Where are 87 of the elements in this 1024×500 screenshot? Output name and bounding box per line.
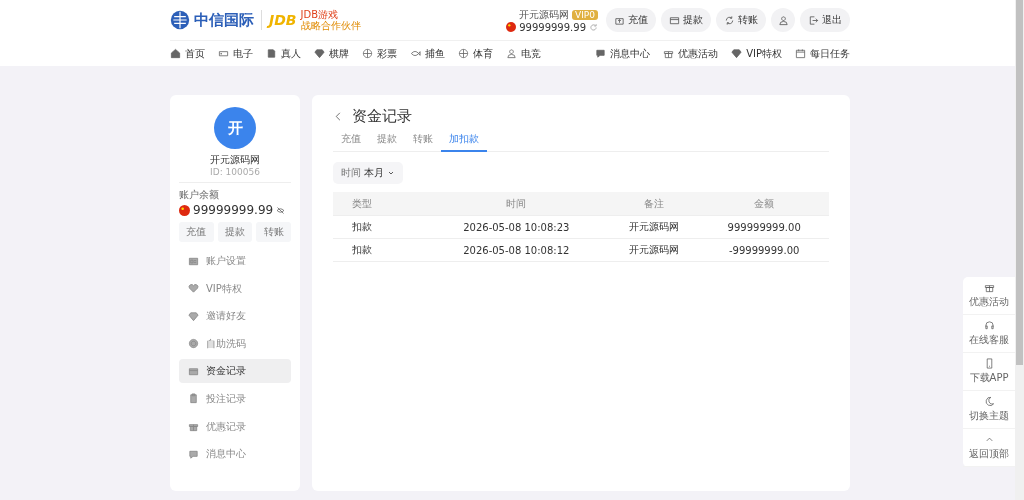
sidebar-item[interactable]: 消息中心	[179, 442, 291, 467]
user-icon	[777, 14, 789, 26]
chip-icon	[188, 338, 199, 350]
fish-icon	[410, 48, 421, 59]
chat-icon	[188, 448, 199, 460]
headset-icon	[983, 320, 995, 331]
balance-label: 账户余额	[179, 188, 220, 202]
sidebar-item[interactable]: VIP特权	[179, 276, 291, 301]
column-header: 类型	[352, 197, 372, 209]
nav-link[interactable]: 首页	[170, 46, 205, 61]
column-header: 金额	[754, 197, 775, 209]
clipboard-icon	[188, 393, 199, 405]
partner-tagline: 战略合作伙伴	[300, 20, 361, 31]
diamond-icon	[314, 48, 325, 59]
nav-link[interactable]: 电竞	[506, 46, 541, 61]
avatar: 开	[214, 107, 256, 149]
sidebar-item[interactable]: 账户设置	[179, 249, 291, 273]
table-cell: 999999999.00	[727, 221, 801, 233]
nav-link[interactable]: 电子	[218, 46, 253, 61]
table-cell: 扣款	[352, 221, 372, 232]
home-icon	[170, 48, 181, 59]
nav-link[interactable]: 捕鱼	[410, 46, 445, 61]
balance-amount: 99999999.99	[193, 203, 274, 217]
nav-link[interactable]: 体育	[458, 46, 493, 61]
logout-icon	[808, 14, 819, 26]
table-cell: 2026-05-08 10:08:23	[463, 221, 570, 233]
column-header: 备注	[644, 197, 665, 209]
gift-icon	[983, 282, 995, 293]
profile-username: 开元源码网	[209, 153, 261, 167]
gift-icon	[188, 421, 199, 433]
nav-link[interactable]: 消息中心	[595, 46, 651, 61]
profile-button[interactable]	[771, 8, 795, 32]
moon-icon	[983, 396, 995, 407]
sidebar-item[interactable]: 投注记录	[179, 386, 291, 411]
logo-text: 中信国际	[194, 10, 254, 30]
user-icon	[506, 48, 517, 59]
nav-link[interactable]: 真人	[266, 46, 301, 61]
nav-link[interactable]: 每日任务	[795, 46, 850, 61]
header-button[interactable]: 退出	[800, 8, 850, 32]
wallet-icon	[669, 14, 680, 26]
chat-icon	[595, 48, 607, 59]
tab[interactable]: 加扣款	[441, 129, 487, 152]
globe-logo-icon	[170, 10, 190, 30]
flag-icon	[179, 204, 190, 216]
tab[interactable]: 提款	[369, 129, 405, 151]
gift-icon	[663, 48, 675, 59]
nav-link[interactable]: 彩票	[362, 46, 397, 61]
sidebar-item[interactable]: 自助洗码	[179, 331, 291, 356]
nav-link[interactable]: 优惠活动	[663, 46, 719, 61]
diamond-icon	[188, 310, 199, 322]
transfer-icon	[724, 14, 735, 26]
sidebar-item[interactable]: 优惠记录	[179, 414, 291, 439]
header-button[interactable]: 转账	[716, 8, 766, 32]
username: 开元源码网	[519, 7, 570, 22]
table-cell: 开元源码网	[629, 244, 680, 255]
header-button[interactable]: 充值	[606, 8, 656, 32]
balance-amount: 99999999.99	[519, 21, 586, 33]
tab[interactable]: 转账	[405, 129, 441, 151]
diamond-icon	[731, 48, 743, 59]
heart-icon	[188, 283, 199, 295]
chevron-down-icon	[387, 169, 395, 177]
table-cell: 扣款	[352, 244, 372, 255]
id-card-icon	[188, 255, 199, 267]
partner-name: JDB游戏	[300, 9, 340, 20]
table-cell: 2026-05-08 10:08:12	[463, 244, 570, 256]
flag-icon	[506, 22, 517, 32]
sidebar-item[interactable]: 邀请好友	[179, 304, 291, 329]
wallet-icon	[188, 365, 199, 377]
table-cell: 开元源码网	[629, 221, 680, 232]
vip-badge: VIP0	[572, 9, 598, 20]
column-header: 时间	[506, 197, 527, 209]
header-button[interactable]: 提款	[661, 8, 711, 32]
nav-link[interactable]: VIP特权	[731, 46, 782, 61]
quick-action-button[interactable]: 转账	[256, 222, 291, 242]
table-cell: -99999999.00	[728, 244, 800, 256]
time-filter-dropdown[interactable]: 时间 本月	[333, 162, 403, 184]
eye-hidden-icon[interactable]	[276, 205, 286, 215]
quick-action-button[interactable]: 提款	[217, 222, 253, 242]
tab[interactable]: 充值	[333, 129, 369, 151]
quick-action-button[interactable]: 充值	[179, 222, 214, 242]
user-id: ID: 100056	[209, 167, 261, 177]
refresh-icon[interactable]	[589, 22, 598, 32]
scrollbar-thumb[interactable]	[1016, 0, 1023, 365]
nav-link[interactable]: 棋牌	[314, 46, 349, 61]
sidebar-item[interactable]: 资金记录	[179, 359, 291, 384]
page-title: 资金记录	[352, 107, 412, 126]
calendar-icon	[795, 48, 806, 59]
